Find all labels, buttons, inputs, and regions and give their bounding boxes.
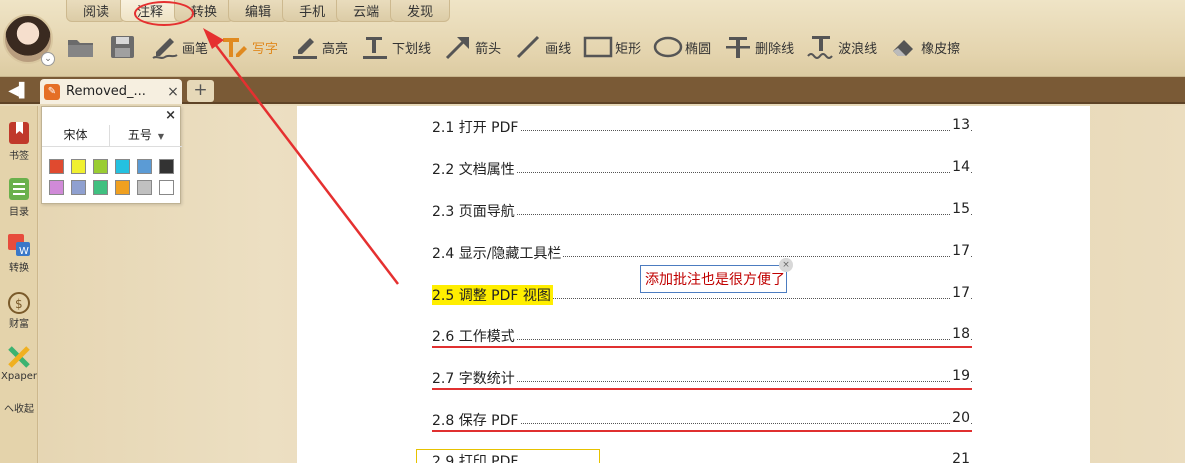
toc-entry-page: 17 [950,243,970,259]
toc-entry-title: 2.4 显示/隐藏工具栏 [432,243,564,263]
toc-entry-title: 2.1 打开 PDF [432,117,521,137]
toc-entry-page: 13 [950,117,970,133]
toc-entry-title: 2.5 调整 PDF 视图 [432,285,553,305]
toc-entry-page: 18 [950,326,970,342]
toc-entry-page: 20 [950,410,970,426]
toc-entry-page: 21 [950,451,970,463]
toc-entry-page: 15 [950,201,970,217]
toc-entry-page: 14 [950,159,970,175]
toc-entry-page: 19 [950,368,970,384]
toc-entry-title: 2.8 保存 PDF [432,410,521,430]
toc-entry-title: 2.2 文档属性 [432,159,517,179]
toc-entry-title: 2.3 页面导航 [432,201,517,221]
toc-entry-title: 2.9 打印 PDF [432,451,521,463]
toc-entry-title: 2.7 字数统计 [432,368,517,388]
red-arrow-annotation [203,28,399,285]
toc-entry-title: 2.6 工作模式 [432,326,517,346]
toc-entry-page: 17 [950,285,970,301]
